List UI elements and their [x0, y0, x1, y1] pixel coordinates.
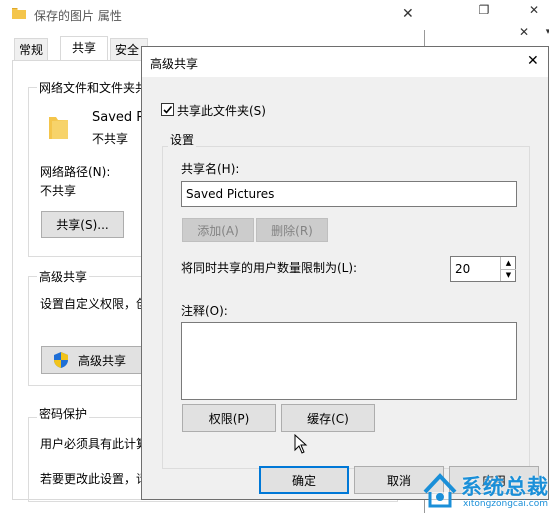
remove-button[interactable]: 删除(R) — [256, 218, 328, 242]
user-limit-spinner[interactable]: 20 ▲ ▼ — [450, 256, 516, 282]
advanced-sharing-button-label: 高级共享 — [78, 353, 127, 368]
mouse-cursor-icon — [294, 434, 308, 454]
folder-icon — [12, 8, 26, 19]
share-name-value: Saved Pictures — [186, 187, 275, 201]
share-name-input[interactable]: Saved Pictures — [181, 181, 517, 207]
spinner-down-icon[interactable]: ▼ — [500, 269, 516, 281]
checkmark-icon — [163, 105, 173, 114]
comment-textarea[interactable] — [181, 322, 517, 400]
settings-label: 设置 — [168, 131, 197, 148]
share-button[interactable]: 共享(S)... — [41, 211, 124, 238]
house-logo-icon — [423, 473, 457, 508]
restore-icon[interactable]: ❐ — [469, 0, 499, 20]
properties-titlebar: 保存的图片 属性 ✕ — [0, 0, 425, 30]
advanced-sharing-dialog: 高级共享 ✕ 共享此文件夹(S) 设置 共享名(H): Saved Pictur… — [141, 46, 549, 500]
watermark-url: xitongzongcai.com — [463, 499, 548, 509]
watermark: 系统总裁 xitongzongcai.com — [419, 468, 549, 513]
comment-label: 注释(O): — [181, 304, 228, 318]
watermark-brand: 系统总裁 — [461, 475, 549, 499]
group-label: 高级共享 — [37, 268, 90, 285]
group-label: 密码保护 — [37, 405, 90, 422]
network-path-value: 不共享 — [40, 184, 77, 198]
close-icon[interactable]: ✕ — [527, 53, 539, 69]
explorer-window-chrome: ❐ ✕ ✕ ▾ — [425, 0, 549, 47]
advanced-sharing-button[interactable]: 高级共享 — [41, 346, 151, 374]
tab-general[interactable]: 常规 — [14, 38, 49, 60]
tab-sharing[interactable]: 共享 — [60, 36, 108, 61]
dialog-title: 高级共享 — [150, 57, 199, 71]
close-icon[interactable]: ✕ — [519, 0, 549, 20]
share-folder-checkbox[interactable] — [161, 103, 174, 116]
close-icon[interactable]: ✕ — [402, 6, 414, 22]
uac-shield-icon — [54, 352, 68, 368]
share-name-label: 共享名(H): — [181, 162, 240, 176]
permissions-button[interactable]: 权限(P) — [182, 404, 276, 432]
user-limit-value: 20 — [455, 262, 471, 276]
window-title: 保存的图片 属性 — [34, 9, 122, 23]
share-folder-label[interactable]: 共享此文件夹(S) — [177, 102, 266, 119]
folder-status: 不共享 — [92, 132, 129, 146]
ok-button[interactable]: 确定 — [259, 466, 349, 494]
caching-button[interactable]: 缓存(C) — [281, 404, 375, 432]
dialog-titlebar: 高级共享 ✕ — [142, 47, 548, 77]
user-limit-label: 将同时共享的用户数量限制为(L): — [181, 261, 358, 275]
folder-icon — [49, 117, 68, 139]
network-path-label: 网络路径(N): — [40, 165, 111, 179]
add-button[interactable]: 添加(A) — [182, 218, 254, 242]
chevron-down-icon[interactable]: ▾ — [533, 22, 549, 42]
